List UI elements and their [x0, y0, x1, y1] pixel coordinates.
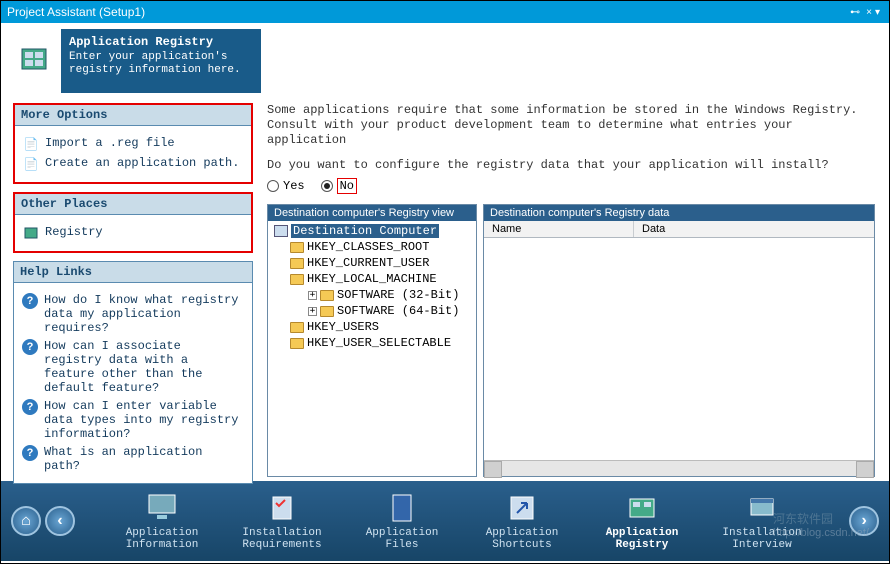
tree-node[interactable]: HKEY_CURRENT_USER — [270, 255, 474, 271]
tree-node[interactable]: +SOFTWARE (64-Bit) — [270, 303, 474, 319]
data-column-headers: Name Data — [484, 221, 874, 238]
step-install-req[interactable]: Installation Requirements — [237, 492, 327, 551]
tree-node[interactable]: +SOFTWARE (32-Bit) — [270, 287, 474, 303]
help-icon: ? — [22, 293, 38, 309]
monitor-icon — [144, 492, 180, 524]
file-icon — [384, 492, 420, 524]
import-reg-link[interactable]: 📄 Import a .reg file — [23, 136, 243, 152]
folder-icon — [290, 322, 304, 333]
create-app-path-link[interactable]: 📄 Create an application path. — [23, 156, 243, 172]
help-icon: ? — [22, 399, 38, 415]
expand-icon[interactable]: + — [308, 307, 317, 316]
next-button[interactable]: › — [849, 506, 879, 536]
tree-node[interactable]: HKEY_CLASSES_ROOT — [270, 239, 474, 255]
folder-icon — [320, 306, 334, 317]
tree-node[interactable]: HKEY_USER_SELECTABLE — [270, 335, 474, 351]
other-places-heading: Other Places — [15, 194, 251, 215]
radio-no[interactable]: No — [321, 178, 357, 194]
pin-icon[interactable]: ⊷ — [850, 7, 860, 18]
registry-link[interactable]: Registry — [23, 225, 243, 241]
document-icon: 📄 — [23, 156, 39, 172]
back-button[interactable]: ‹ — [45, 506, 75, 536]
radio-icon — [321, 180, 333, 192]
help-link-0[interactable]: ?How do I know what registry data my app… — [22, 293, 244, 335]
radio-yes[interactable]: Yes — [267, 179, 305, 193]
registry-icon — [23, 225, 39, 241]
step-app-registry[interactable]: Application Registry — [597, 492, 687, 551]
tree-node[interactable]: HKEY_USERS — [270, 319, 474, 335]
horizontal-scrollbar[interactable] — [484, 460, 874, 476]
wizard-footer: ⌂ ‹ Application Information Installation… — [1, 481, 889, 561]
folder-icon — [320, 290, 334, 301]
step-app-info[interactable]: Application Information — [117, 492, 207, 551]
help-link-2[interactable]: ?How can I enter variable data types int… — [22, 399, 244, 441]
help-icon: ? — [22, 339, 38, 355]
menu-dropdown-icon[interactable]: ▾ — [875, 7, 880, 18]
interview-icon — [744, 492, 780, 524]
step-install-interview[interactable]: Installation Interview — [717, 492, 807, 551]
help-links-heading: Help Links — [14, 262, 252, 283]
more-options-heading: More Options — [15, 105, 251, 126]
help-links-panel: Help Links ?How do I know what registry … — [13, 261, 253, 484]
registry-tree-pane: Destination computer's Registry view Des… — [267, 204, 477, 477]
tree-node[interactable]: HKEY_LOCAL_MACHINE — [270, 271, 474, 287]
page-heading: Application Registry — [69, 35, 253, 49]
tree-root[interactable]: Destination Computer — [270, 223, 474, 239]
more-options-panel: More Options 📄 Import a .reg file 📄 Crea… — [13, 103, 253, 184]
registry-step-icon — [624, 492, 660, 524]
tree-pane-heading: Destination computer's Registry view — [268, 205, 476, 221]
folder-icon — [290, 242, 304, 253]
help-icon: ? — [22, 445, 38, 461]
registry-data-pane: Destination computer's Registry data Nam… — [483, 204, 875, 477]
folder-icon — [290, 274, 304, 285]
window-titlebar: Project Assistant (Setup1) ⊷ × ▾ — [1, 1, 889, 23]
header-text-block: Application Registry Enter your applicat… — [61, 29, 261, 93]
help-link-3[interactable]: ?What is an application path? — [22, 445, 244, 473]
step-app-shortcuts[interactable]: Application Shortcuts — [477, 492, 567, 551]
registry-header-icon — [13, 29, 55, 89]
close-icon[interactable]: × — [866, 7, 872, 18]
folder-icon — [290, 258, 304, 269]
data-body — [484, 238, 874, 460]
other-places-panel: Other Places Registry — [13, 192, 253, 253]
expand-icon[interactable]: + — [308, 291, 317, 300]
radio-icon — [267, 180, 279, 192]
data-pane-heading: Destination computer's Registry data — [484, 205, 874, 221]
question-text: Do you want to configure the registry da… — [267, 158, 875, 172]
step-app-files[interactable]: Application Files — [357, 492, 447, 551]
intro-text: Some applications require that some info… — [267, 103, 875, 148]
folder-icon — [290, 338, 304, 349]
shortcut-icon — [504, 492, 540, 524]
window-title: Project Assistant (Setup1) — [7, 5, 847, 19]
home-button[interactable]: ⌂ — [11, 506, 41, 536]
page-subheading: Enter your application's registry inform… — [69, 51, 253, 77]
file-icon: 📄 — [23, 136, 39, 152]
checklist-icon — [264, 492, 300, 524]
help-link-1[interactable]: ?How can I associate registry data with … — [22, 339, 244, 395]
column-name[interactable]: Name — [484, 221, 634, 237]
column-data[interactable]: Data — [634, 221, 874, 237]
computer-icon — [274, 225, 288, 237]
